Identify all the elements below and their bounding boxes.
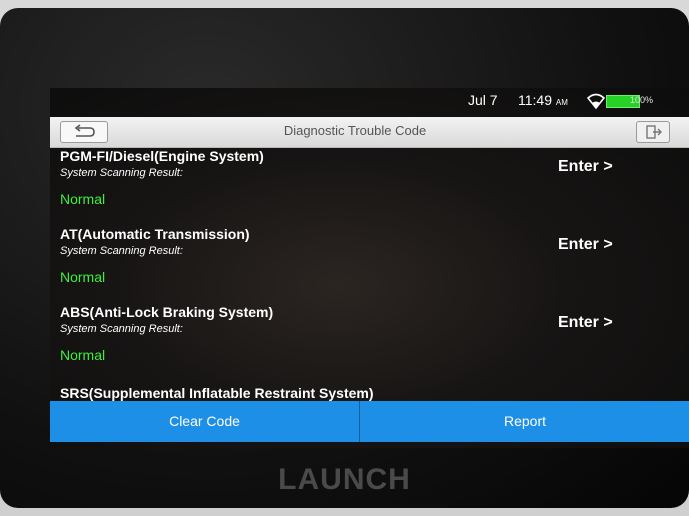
status-date: Jul 7 [468, 92, 498, 108]
enter-button[interactable]: Enter > [558, 236, 613, 254]
system-name: ABS(Anti-Lock Braking System) [60, 304, 274, 320]
system-status: Normal [60, 269, 106, 285]
enter-button[interactable]: Enter > [558, 314, 613, 332]
scan-result-label: System Scanning Result: [60, 167, 183, 179]
system-name: AT(Automatic Transmission) [60, 226, 250, 242]
scan-result-label: System Scanning Result: [60, 323, 183, 335]
system-name: SRS(Supplemental Inflatable Restraint Sy… [60, 385, 374, 401]
enter-button[interactable]: Enter > [558, 158, 613, 176]
system-row-abs[interactable]: ABS(Anti-Lock Braking System) System Sca… [50, 304, 689, 382]
page-title: Diagnostic Trouble Code [283, 123, 427, 138]
title-bar: Diagnostic Trouble Code [50, 117, 689, 148]
screen: Jul 7 11:49 AM 100% Diagnostic Trouble C… [50, 88, 689, 448]
status-bar: Jul 7 11:49 AM 100% [50, 88, 689, 114]
system-name: PGM-FI/Diesel(Engine System) [60, 148, 264, 164]
action-bar: Clear Code Report [50, 401, 689, 442]
status-time-value: 11:49 [518, 92, 552, 108]
brand-logo: LAUNCH [278, 463, 411, 496]
system-status: Normal [60, 347, 106, 363]
wifi-icon [586, 93, 606, 110]
system-row-engine[interactable]: PGM-FI/Diesel(Engine System) System Scan… [50, 148, 689, 226]
system-status: Normal [60, 191, 106, 207]
system-row-srs[interactable]: SRS(Supplemental Inflatable Restraint Sy… [50, 378, 689, 401]
status-time: 11:49 AM [518, 92, 568, 108]
system-row-transmission[interactable]: AT(Automatic Transmission) System Scanni… [50, 226, 689, 304]
scan-tool-device: Jul 7 11:49 AM 100% Diagnostic Trouble C… [0, 8, 689, 508]
battery-percent: 100% [630, 95, 654, 105]
clear-code-button[interactable]: Clear Code [50, 401, 359, 442]
exit-icon [646, 125, 662, 139]
exit-button[interactable] [636, 121, 670, 143]
status-ampm: AM [555, 98, 568, 107]
report-button[interactable]: Report [360, 401, 689, 442]
scan-result-label: System Scanning Result: [60, 245, 183, 257]
system-list: PGM-FI/Diesel(Engine System) System Scan… [50, 148, 689, 401]
